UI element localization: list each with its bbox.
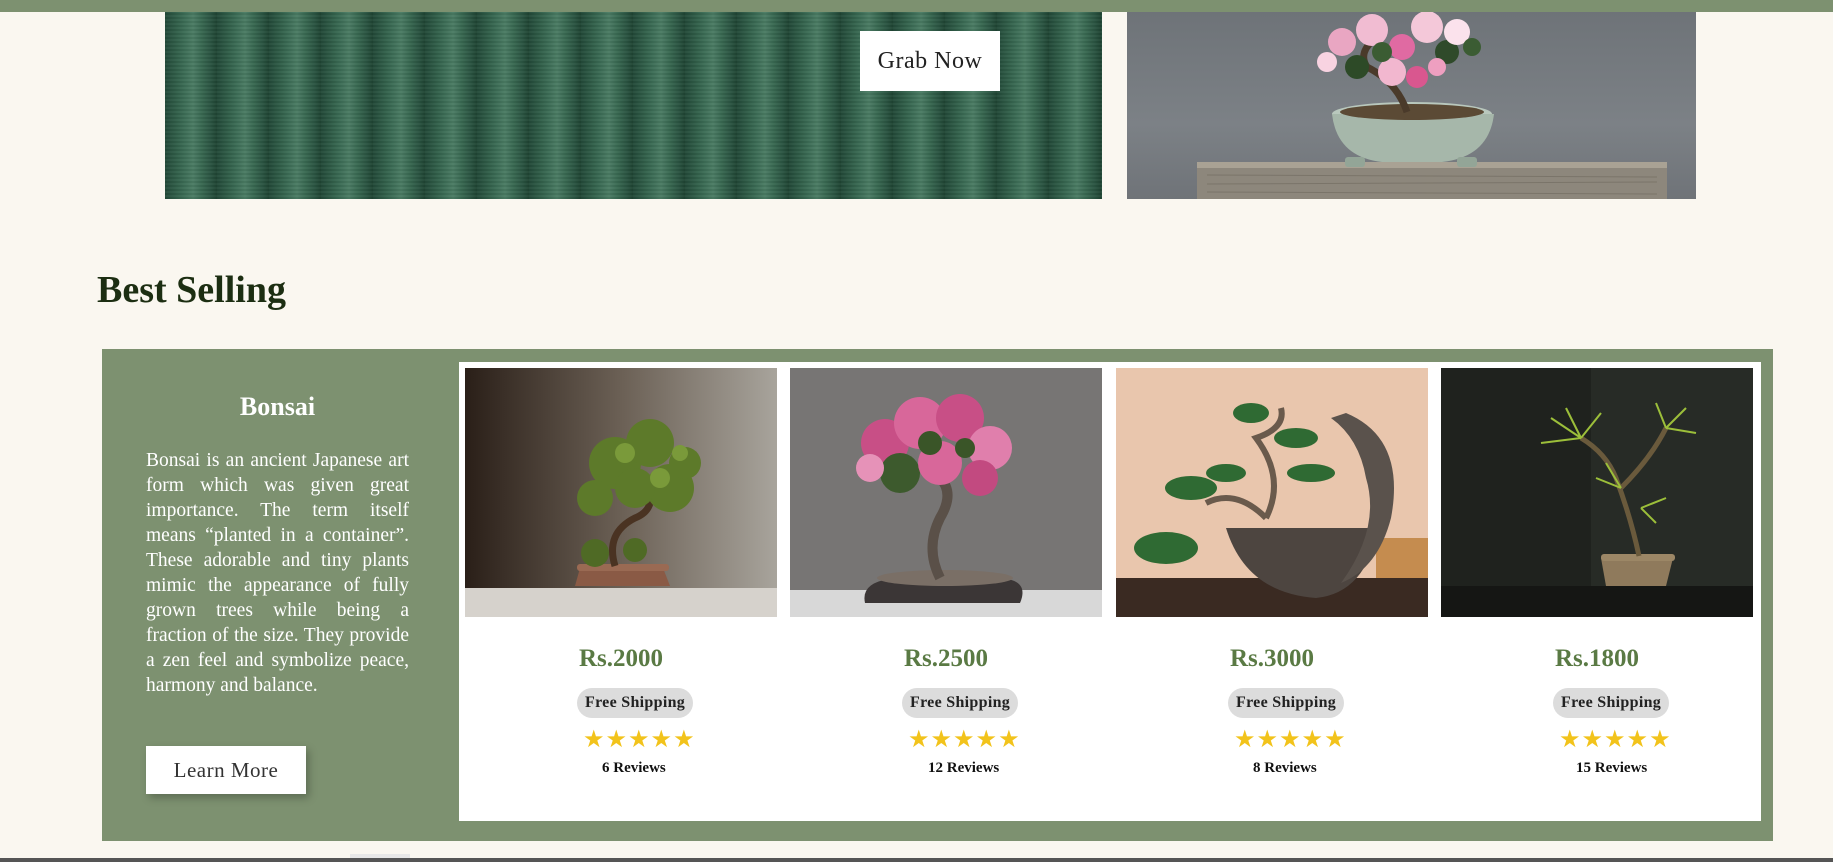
rating-stars: ★★★★★ <box>1559 725 1672 753</box>
product-image[interactable] <box>790 368 1102 617</box>
bottom-divider <box>0 858 1833 862</box>
product-card-4[interactable]: Rs.1800 Free Shipping ★★★★★ 15 Reviews <box>1441 368 1753 808</box>
product-card-3[interactable]: Rs.3000 Free Shipping ★★★★★ 8 Reviews <box>1116 368 1428 808</box>
learn-more-button[interactable]: Learn More <box>146 746 306 794</box>
grab-now-button[interactable]: Grab Now <box>860 31 1000 91</box>
bonsai-banner-image <box>1127 12 1696 199</box>
category-description: Bonsai is an ancient Japanese art form w… <box>146 450 409 696</box>
free-shipping-badge: Free Shipping <box>1228 688 1345 718</box>
product-image[interactable] <box>465 368 777 617</box>
product-image[interactable] <box>1116 368 1428 617</box>
free-shipping-badge: Free Shipping <box>1553 688 1670 718</box>
top-accent-strip <box>0 0 1833 12</box>
category-title: Bonsai <box>239 392 316 421</box>
product-image[interactable] <box>1441 368 1753 617</box>
product-price: Rs.2000 <box>578 645 664 672</box>
azalea-bonsai-illustration <box>1197 12 1667 199</box>
product-card-2[interactable]: Rs.2500 Free Shipping ★★★★★ 12 Reviews <box>790 368 1102 808</box>
product-price: Rs.3000 <box>1229 645 1315 672</box>
product-price: Rs.1800 <box>1554 645 1640 672</box>
review-count[interactable]: 6 Reviews <box>602 760 802 777</box>
scroll-indicator <box>350 854 410 858</box>
review-count[interactable]: 12 Reviews <box>928 760 1128 777</box>
section-title: Best Selling <box>97 269 286 311</box>
review-count[interactable]: 15 Reviews <box>1576 760 1776 777</box>
free-shipping-badge: Free Shipping <box>577 688 694 718</box>
free-shipping-badge: Free Shipping <box>902 688 1019 718</box>
review-count[interactable]: 8 Reviews <box>1253 760 1453 777</box>
product-card-1[interactable]: Rs.2000 Free Shipping ★★★★★ 6 Reviews <box>465 368 777 808</box>
product-price: Rs.2500 <box>903 645 989 672</box>
